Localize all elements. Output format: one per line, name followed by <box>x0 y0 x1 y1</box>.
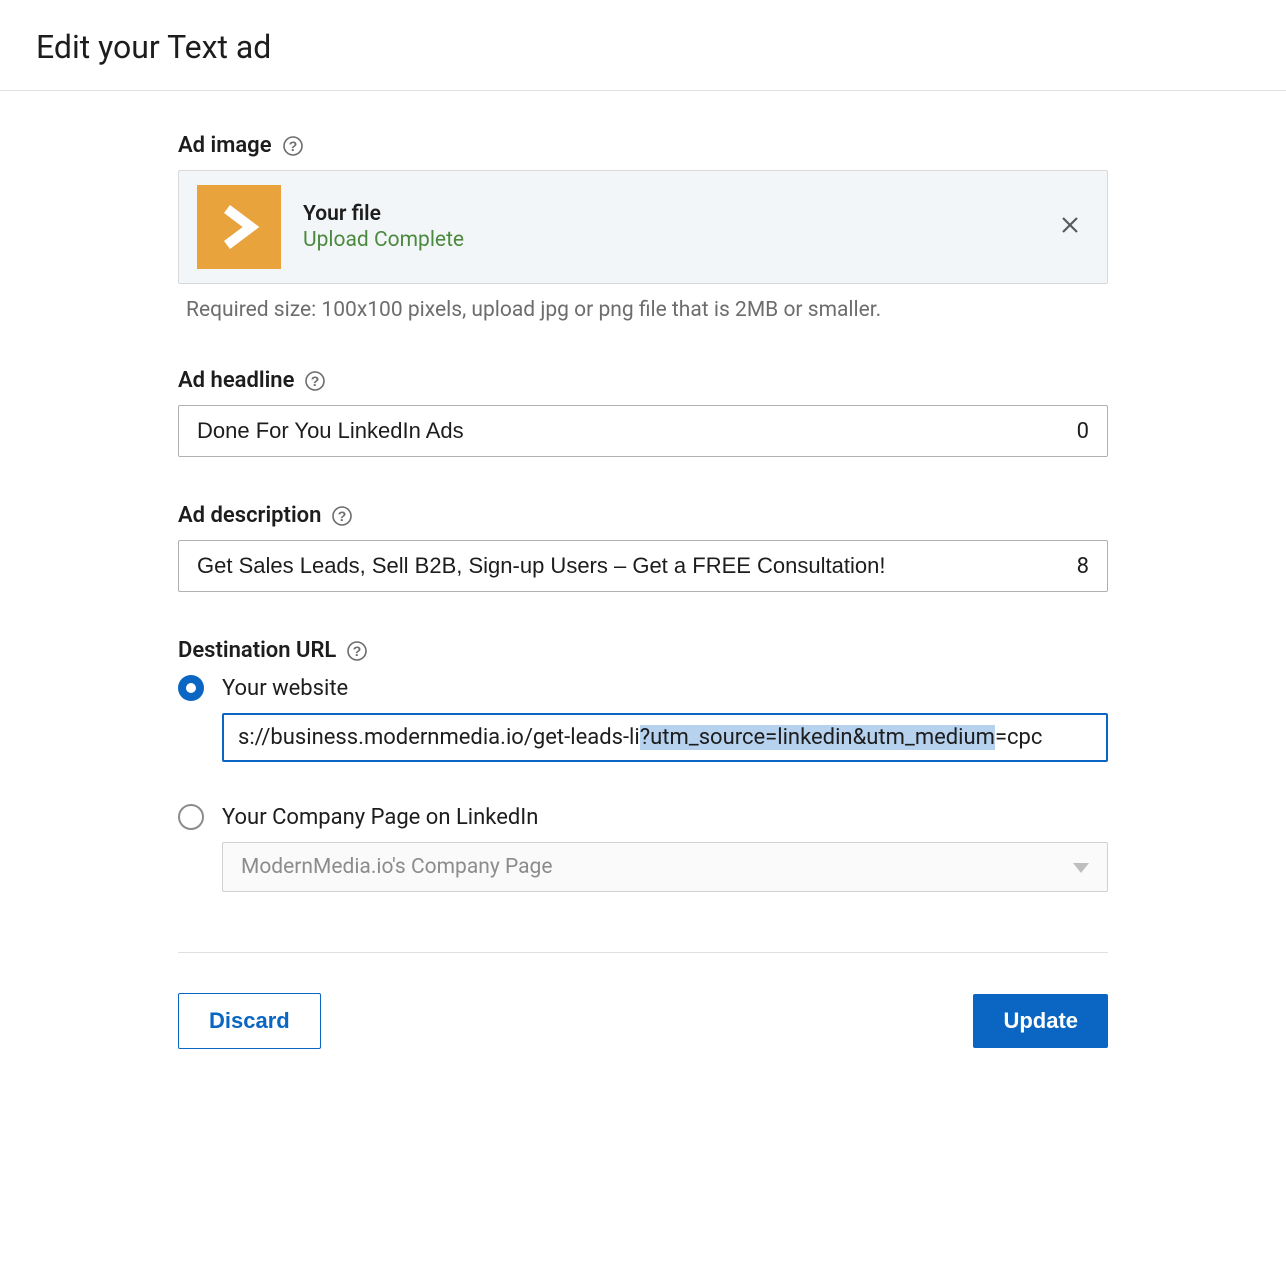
uploaded-image-thumbnail <box>197 185 281 269</box>
help-icon[interactable]: ? <box>331 505 353 527</box>
radio-your-website[interactable] <box>178 675 204 701</box>
help-icon[interactable]: ? <box>346 640 368 662</box>
upload-status: Upload Complete <box>303 228 464 252</box>
footer: Discard Update <box>178 952 1108 1049</box>
upload-file-label: Your file <box>303 202 464 226</box>
company-page-label: Your Company Page on LinkedIn <box>222 805 538 830</box>
your-website-label: Your website <box>222 676 348 701</box>
ad-image-section: Ad image ? Your file Upload Complete Req… <box>178 133 1108 322</box>
url-prefix: s://business.modernmedia.io/get-leads-li <box>238 725 640 750</box>
chevron-down-icon <box>1073 858 1089 877</box>
destination-url-label: Destination URL <box>178 638 336 663</box>
svg-text:?: ? <box>288 138 297 154</box>
description-input[interactable] <box>197 553 1065 579</box>
upload-box: Your file Upload Complete <box>178 170 1108 284</box>
company-page-select[interactable]: ModernMedia.io's Company Page <box>222 842 1108 892</box>
svg-text:?: ? <box>353 643 362 659</box>
svg-text:?: ? <box>338 508 347 524</box>
ad-headline-section: Ad headline ? 0 <box>178 368 1108 457</box>
svg-text:?: ? <box>311 373 320 389</box>
headline-counter: 0 <box>1077 419 1089 444</box>
headline-input[interactable] <box>197 418 1065 444</box>
ad-description-section: Ad description ? 8 <box>178 503 1108 592</box>
url-highlighted: ?utm_source=linkedin&utm_medium <box>640 725 995 750</box>
ad-image-hint: Required size: 100x100 pixels, upload jp… <box>178 298 1108 322</box>
update-button[interactable]: Update <box>973 994 1108 1048</box>
radio-company-page[interactable] <box>178 804 204 830</box>
ad-image-label: Ad image <box>178 133 272 158</box>
ad-description-label: Ad description <box>178 503 321 528</box>
close-icon[interactable] <box>1059 214 1081 240</box>
website-url-input[interactable]: s://business.modernmedia.io/get-leads-li… <box>222 713 1108 762</box>
destination-url-section: Destination URL ? Your website s://busin… <box>178 638 1108 892</box>
url-suffix: =cpc <box>995 725 1042 750</box>
company-page-placeholder: ModernMedia.io's Company Page <box>241 855 552 879</box>
help-icon[interactable]: ? <box>304 370 326 392</box>
description-counter: 8 <box>1077 554 1089 579</box>
discard-button[interactable]: Discard <box>178 993 321 1049</box>
help-icon[interactable]: ? <box>282 135 304 157</box>
page-title: Edit your Text ad <box>0 0 1286 91</box>
ad-headline-label: Ad headline <box>178 368 294 393</box>
